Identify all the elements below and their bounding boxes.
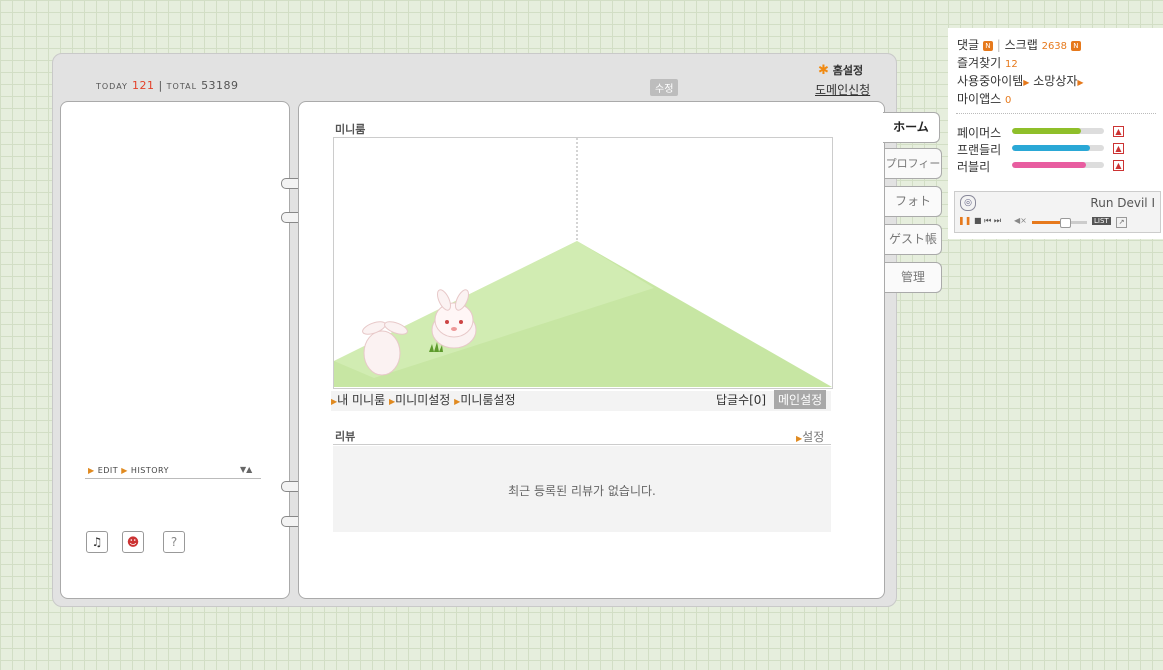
triangle-icon: ▶ (88, 466, 95, 475)
volume-slider[interactable] (1032, 218, 1087, 228)
stat-label-friendly: 프랜들리 (957, 143, 1002, 157)
my-miniroom-link[interactable]: 내 미니룸 (337, 393, 385, 407)
prev-icon[interactable]: ⏮ (984, 216, 991, 225)
friendly-bar (1012, 145, 1104, 151)
scrap-link[interactable]: 스크랩 (1005, 38, 1038, 52)
tab-photo[interactable]: フォト (885, 186, 942, 217)
minime-setting-link[interactable]: 미니미설정 (395, 393, 450, 407)
reply-count[interactable]: 답글수[0] (716, 391, 766, 408)
panel-row-1: 댓글 N | 스크랩 2638 N (957, 36, 1081, 53)
miniroom-illustration (334, 138, 832, 387)
cd-icon: ◎ (960, 195, 976, 211)
up-arrow-icon[interactable]: ▲ (1113, 160, 1124, 171)
panel-row-3: 사용중아이템▶ 소망상자▶ (957, 72, 1084, 89)
visitor-counter: TODAY 121 | TOTAL 53189 (96, 79, 239, 92)
pause-icon[interactable]: ❚❚ (958, 216, 971, 225)
volume-handle[interactable] (1060, 218, 1071, 228)
up-arrow-icon[interactable]: ▲ (1113, 143, 1124, 154)
left-page (60, 101, 290, 599)
player-controls: ❚❚ ■ ⏮ ⏭ (958, 216, 1001, 226)
expand-collapse-icon[interactable]: ▼▲ (240, 465, 252, 474)
miniroom-scene[interactable] (333, 137, 833, 389)
review-setting-label: 설정 (802, 430, 825, 444)
scrap-count: 2638 (1041, 41, 1068, 52)
tab-profile[interactable]: プロフィール (885, 148, 942, 199)
miniroom-title: 미니룸 (335, 123, 366, 136)
new-badge: N (1070, 40, 1081, 51)
music-icon[interactable]: ♫ (86, 531, 108, 553)
divider (956, 113, 1156, 114)
tab-guestbook[interactable]: ゲスト帳 (885, 224, 942, 255)
help-icon[interactable]: ? (163, 531, 185, 553)
tab-home[interactable]: ホーム (883, 112, 940, 143)
domain-apply-link[interactable]: 도메인신청 (815, 81, 870, 98)
items-in-use-link[interactable]: 사용중아이템 (957, 74, 1023, 88)
my-apps-link[interactable]: 마이앱스 (957, 92, 1001, 106)
favorites-count: 12 (1005, 59, 1018, 70)
history-link[interactable]: HISTORY (131, 466, 169, 475)
famous-bar-fill (1012, 128, 1081, 134)
favorites-link[interactable]: 즐겨찾기 (957, 56, 1001, 70)
minime-icon[interactable]: ☻ (122, 531, 144, 553)
tab-manage[interactable]: 管理 (885, 262, 942, 293)
main-setting-button[interactable]: 메인설정 (774, 390, 827, 409)
review-empty-message: 최근 등록된 리뷰가 없습니다. (508, 484, 656, 498)
edit-link[interactable]: EDIT (98, 466, 118, 475)
edit-button[interactable]: 수정 (650, 79, 679, 96)
panel-row-4: 마이앱스 0 (957, 90, 1011, 107)
home-setting-label: 홈설정 (832, 64, 864, 77)
my-apps-count: 0 (1005, 95, 1012, 106)
famous-bar (1012, 128, 1104, 134)
today-label: TODAY (96, 82, 128, 91)
wish-box-link[interactable]: 소망상자 (1033, 74, 1077, 88)
divider (333, 444, 831, 445)
triangle-icon: ▶ (1077, 78, 1084, 87)
review-title: 리뷰 (335, 430, 356, 443)
stat-label-lovely: 러블리 (957, 160, 991, 174)
comments-link[interactable]: 댓글 (957, 38, 979, 52)
panel-row-2: 즐겨찾기 12 (957, 54, 1018, 71)
total-count: 53189 (201, 79, 239, 92)
home-setting-link[interactable]: ✱ 홈설정 (818, 62, 863, 78)
track-title: Run Devil I (1090, 196, 1155, 210)
friendly-bar-fill (1012, 145, 1091, 151)
edit-history-links: ▶ EDIT ▶ HISTORY (88, 466, 169, 475)
popout-icon[interactable]: ↗ (1116, 217, 1127, 228)
stat-label-famous: 페이머스 (957, 126, 1002, 140)
sun-icon: ✱ (818, 63, 829, 78)
new-badge: N (982, 40, 993, 51)
divider (85, 478, 261, 479)
triangle-icon: ▶ (1023, 78, 1030, 87)
review-setting-link[interactable]: ▶설정 (796, 428, 824, 445)
triangle-icon: ▶ (121, 466, 128, 475)
stop-icon[interactable]: ■ (974, 216, 982, 225)
separator: | (996, 38, 1001, 52)
lovely-bar-fill (1012, 162, 1086, 168)
total-label: TOTAL (166, 82, 198, 91)
volume-icon[interactable]: ◀× (1014, 216, 1027, 225)
up-arrow-icon[interactable]: ▲ (1113, 126, 1124, 137)
lovely-bar (1012, 162, 1104, 168)
counter-separator: | (158, 79, 163, 92)
miniroom-setting-link[interactable]: 미니룸설정 (460, 393, 515, 407)
next-icon[interactable]: ⏭ (994, 216, 1001, 225)
list-button[interactable]: LIST (1092, 217, 1111, 225)
today-count: 121 (131, 79, 155, 92)
